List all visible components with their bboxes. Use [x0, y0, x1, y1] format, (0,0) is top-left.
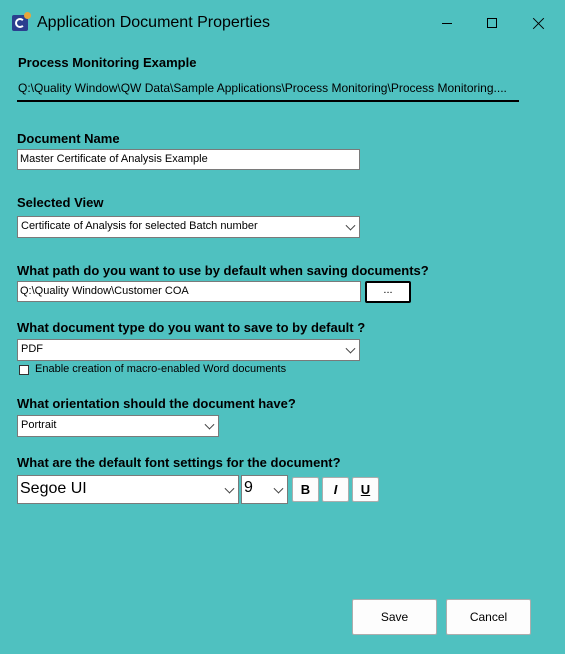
- underline-button[interactable]: U: [352, 477, 379, 502]
- dialog-window: Application Document Properties Process …: [0, 0, 565, 654]
- minimize-button[interactable]: [424, 1, 470, 45]
- minimize-icon: [442, 22, 452, 24]
- close-button[interactable]: [516, 1, 562, 45]
- app-name-label: Process Monitoring Example: [18, 55, 197, 70]
- document-type-label: What document type do you want to save t…: [17, 320, 366, 335]
- app-icon: [12, 12, 31, 31]
- save-path-label: What path do you want to use by default …: [17, 263, 429, 278]
- font-settings-label: What are the default font settings for t…: [17, 455, 341, 470]
- chevron-down-icon: [224, 483, 235, 494]
- maximize-icon: [487, 18, 497, 28]
- font-size-value: 9: [244, 479, 253, 496]
- window-title: Application Document Properties: [37, 14, 271, 31]
- orientation-dropdown[interactable]: Portrait: [17, 415, 219, 437]
- dialog-content: Process Monitoring Example Q:\Quality Wi…: [2, 45, 557, 649]
- maximize-button[interactable]: [469, 1, 515, 45]
- italic-button[interactable]: I: [322, 477, 349, 502]
- bold-button[interactable]: B: [292, 477, 319, 502]
- document-type-dropdown[interactable]: PDF: [17, 339, 360, 361]
- chevron-down-icon: [273, 483, 284, 494]
- macro-enabled-label: Enable creation of macro-enabled Word do…: [35, 363, 287, 375]
- selected-view-value: Certificate of Analysis for selected Bat…: [21, 220, 258, 232]
- orientation-value: Portrait: [21, 419, 57, 431]
- selected-view-label: Selected View: [17, 195, 104, 210]
- title-bar[interactable]: Application Document Properties: [1, 1, 564, 45]
- document-type-value: PDF: [21, 343, 43, 355]
- browse-button[interactable]: ...: [365, 281, 411, 303]
- font-family-dropdown[interactable]: Segoe UI: [17, 475, 239, 504]
- save-button[interactable]: Save: [352, 599, 437, 635]
- font-size-dropdown[interactable]: 9: [241, 475, 288, 504]
- macro-enabled-checkbox[interactable]: [19, 365, 29, 375]
- font-family-value: Segoe UI: [20, 480, 87, 497]
- chevron-down-icon: [204, 419, 215, 430]
- cancel-button[interactable]: Cancel: [446, 599, 531, 635]
- chevron-down-icon: [345, 343, 356, 354]
- header-divider: [17, 100, 519, 102]
- orientation-label: What orientation should the document hav…: [17, 396, 296, 411]
- underline-label: U: [360, 482, 371, 497]
- close-icon: [533, 17, 545, 29]
- chevron-down-icon: [345, 220, 356, 231]
- save-path-input[interactable]: Q:\Quality Window\Customer COA: [17, 281, 361, 302]
- italic-label: I: [333, 482, 338, 497]
- selected-view-dropdown[interactable]: Certificate of Analysis for selected Bat…: [17, 216, 360, 238]
- document-name-label: Document Name: [17, 131, 120, 146]
- app-path-text: Q:\Quality Window\QW Data\Sample Applica…: [18, 81, 507, 95]
- document-name-input[interactable]: Master Certificate of Analysis Example: [17, 149, 360, 170]
